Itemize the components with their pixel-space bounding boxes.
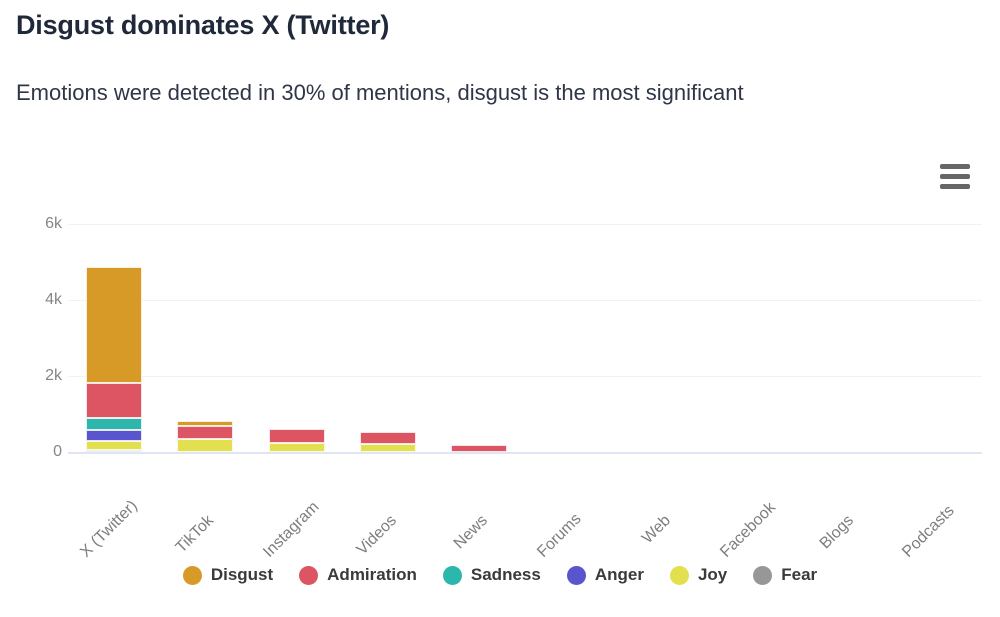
y-axis-tick-label: 2k (22, 367, 62, 385)
bar-segment-anger[interactable] (86, 430, 142, 441)
gridline (68, 376, 982, 377)
gridline (68, 300, 982, 301)
bar-stack[interactable] (451, 445, 507, 452)
legend-swatch-icon (443, 566, 462, 585)
bar-segment-disgust[interactable] (86, 267, 142, 383)
y-axis-tick: 0 (22, 452, 62, 470)
legend-item-anger[interactable]: Anger (567, 565, 644, 585)
hamburger-menu-icon[interactable] (937, 160, 973, 192)
x-axis-label[interactable]: TikTok (168, 512, 217, 561)
bar-segment-joy[interactable] (86, 441, 142, 450)
x-axis-label[interactable]: Podcasts (900, 512, 949, 561)
x-axis-label[interactable]: Forums (534, 512, 583, 561)
legend-swatch-icon (670, 566, 689, 585)
bar-segment-joy[interactable] (177, 439, 233, 452)
y-axis-tick-label: 6k (22, 215, 62, 233)
y-axis-tick: 4k (22, 300, 62, 318)
legend-label: Fear (781, 565, 817, 585)
y-axis-tick: 2k (22, 376, 62, 394)
legend-item-fear[interactable]: Fear (753, 565, 817, 585)
legend-item-disgust[interactable]: Disgust (183, 565, 273, 585)
legend-swatch-icon (567, 566, 586, 585)
bar-segment-joy[interactable] (269, 443, 325, 452)
menu-bar-2 (940, 174, 970, 179)
bar-segment-joy[interactable] (360, 444, 416, 452)
x-axis-line (68, 452, 982, 454)
chart-legend: Disgust Admiration Sadness Anger Joy Fear (0, 565, 1000, 585)
bar-stack[interactable] (269, 429, 325, 452)
menu-bar-1 (940, 164, 970, 169)
x-axis-label[interactable]: News (443, 512, 492, 561)
x-axis-label[interactable]: Videos (351, 512, 400, 561)
x-axis-label[interactable]: Blogs (808, 512, 857, 561)
legend-swatch-icon (183, 566, 202, 585)
bar-segment-admiration[interactable] (451, 445, 507, 452)
x-axis-label[interactable]: Facebook (717, 512, 766, 561)
chart-card: Disgust dominates X (Twitter) Emotions w… (0, 0, 1000, 617)
legend-swatch-icon (299, 566, 318, 585)
legend-item-sadness[interactable]: Sadness (443, 565, 541, 585)
x-axis-labels: X (Twitter) TikTok Instagram Videos News Foru… (68, 452, 982, 562)
bar-segment-fear[interactable] (86, 450, 142, 452)
gridline (68, 224, 982, 225)
legend-label: Admiration (327, 565, 417, 585)
chart-subtitle: Emotions were detected in 30% of mention… (16, 80, 744, 106)
y-axis-tick-label: 0 (22, 443, 62, 461)
x-axis-label[interactable]: Web (625, 512, 674, 561)
legend-label: Disgust (211, 565, 273, 585)
bar-segment-admiration[interactable] (269, 429, 325, 443)
legend-swatch-icon (753, 566, 772, 585)
legend-label: Sadness (471, 565, 541, 585)
bar-segment-admiration[interactable] (86, 383, 142, 418)
bar-segment-admiration[interactable] (177, 426, 233, 439)
bar-stack[interactable] (177, 421, 233, 452)
legend-item-joy[interactable]: Joy (670, 565, 727, 585)
legend-label: Joy (698, 565, 727, 585)
bar-segment-sadness[interactable] (86, 418, 142, 430)
x-axis-label[interactable]: Instagram (260, 512, 309, 561)
bar-segment-admiration[interactable] (360, 432, 416, 443)
legend-label: Anger (595, 565, 644, 585)
bar-stack[interactable] (360, 432, 416, 452)
bar-stack[interactable] (86, 267, 142, 452)
x-axis-label[interactable]: X (Twitter) (77, 512, 126, 561)
y-axis-tick: 6k (22, 224, 62, 242)
y-axis-tick-label: 4k (22, 291, 62, 309)
legend-item-admiration[interactable]: Admiration (299, 565, 417, 585)
menu-bar-3 (940, 184, 970, 189)
page-title: Disgust dominates X (Twitter) (16, 10, 389, 41)
